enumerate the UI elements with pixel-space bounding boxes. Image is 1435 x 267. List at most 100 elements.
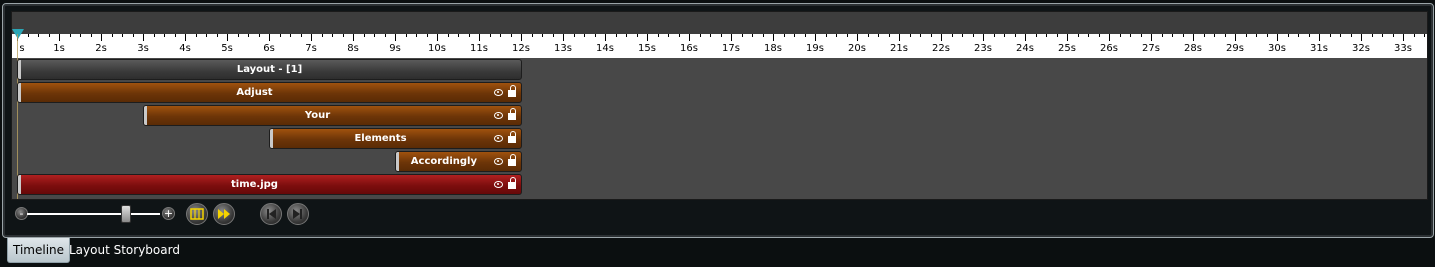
ruler-minor-tick [300, 34, 302, 37]
ruler-minor-tick [80, 34, 81, 37]
ruler-label: 13s [554, 43, 572, 54]
ruler-minor-tick [836, 34, 837, 37]
ruler-minor-tick [1308, 34, 1310, 37]
visibility-eye-icon[interactable] [494, 157, 503, 165]
timeline-window: s 1s 2s 3s 4s 5s 6s 7s 8s 9s 10s 11s 12s 13s 14s 15s 16s… [2, 3, 1434, 238]
time-ruler[interactable]: s 1s 2s 3s 4s 5s 6s 7s 8s 9s 10s 11s 12s 13s 14s 15s 16s… [12, 34, 1427, 58]
timeline-controls: - + [11, 201, 411, 227]
skip-start-icon [267, 209, 276, 219]
lock-icon[interactable] [508, 154, 516, 166]
ruler-label: 32s [1352, 43, 1370, 54]
ruler-tick [899, 34, 900, 41]
ruler-minor-tick [531, 34, 533, 37]
ruler-tick [185, 34, 186, 41]
timeline-track[interactable]: Layout - [1] [17, 59, 522, 80]
timeline-track[interactable]: time.jpg [17, 174, 522, 195]
ruler-tick [647, 34, 648, 41]
lock-icon[interactable] [508, 85, 516, 97]
ruler-minor-tick [741, 34, 743, 37]
visibility-eye-icon[interactable] [494, 134, 503, 142]
tab-layout-storyboard[interactable]: Layout Storyboard [69, 238, 180, 262]
ruler-minor-tick [216, 34, 218, 37]
ruler-minor-tick [342, 34, 344, 37]
ruler-label: 5s [221, 43, 233, 54]
fast-forward-button[interactable] [213, 203, 235, 225]
ruler-minor-tick [867, 34, 869, 37]
ruler-minor-tick [1266, 34, 1268, 37]
ruler-label: s [19, 43, 25, 54]
timeline-track[interactable]: Accordingly [395, 151, 522, 172]
ruler-minor-tick [878, 34, 879, 37]
visibility-eye-icon[interactable] [494, 180, 503, 188]
ruler-label: 28s [1184, 43, 1202, 54]
ruler-minor-tick [552, 34, 554, 37]
ruler-minor-tick [1046, 34, 1047, 37]
ruler-minor-tick [248, 34, 249, 37]
ruler-minor-tick [1088, 34, 1089, 37]
track-icons [494, 85, 516, 97]
ruler-minor-tick [909, 34, 911, 37]
visibility-eye-icon[interactable] [494, 111, 503, 119]
ruler-minor-tick [374, 34, 375, 37]
ruler-tick [101, 34, 102, 41]
ruler-label: 31s [1310, 43, 1328, 54]
timeline-track[interactable]: Your [143, 105, 522, 126]
ruler-label: 12s [512, 43, 530, 54]
ruler-minor-tick [993, 34, 995, 37]
ruler-label: 10s [428, 43, 446, 54]
ruler-minor-tick [1245, 34, 1247, 37]
track-icons [494, 131, 516, 143]
ruler-minor-tick [1392, 34, 1394, 37]
track-icons [494, 108, 516, 120]
tab-timeline[interactable]: Timeline [7, 238, 71, 263]
lock-icon[interactable] [508, 177, 516, 189]
visibility-eye-icon[interactable] [494, 88, 503, 96]
ruler-minor-tick [1172, 34, 1173, 37]
ruler-tick [815, 34, 816, 41]
ruler-minor-tick [752, 34, 753, 37]
ruler-label: 20s [848, 43, 866, 54]
ruler-minor-tick [636, 34, 638, 37]
ruler-minor-tick [699, 34, 701, 37]
ruler-minor-tick [90, 34, 92, 37]
track-label: Your [304, 110, 331, 121]
ruler-minor-tick [542, 34, 543, 37]
lock-icon[interactable] [508, 131, 516, 143]
ruler-tick [1235, 34, 1236, 41]
zoom-in-button[interactable]: + [162, 207, 175, 220]
zoom-slider[interactable] [27, 213, 160, 215]
ruler-minor-tick [132, 34, 134, 37]
ruler-minor-tick [584, 34, 585, 37]
ruler-label: 7s [305, 43, 317, 54]
ruler-minor-tick [657, 34, 659, 37]
bottom-tab-bar: Timeline Layout Storyboard [0, 238, 1435, 267]
ruler-label: 6s [263, 43, 275, 54]
skip-end-button[interactable] [287, 203, 309, 225]
ruler-tick [857, 34, 858, 41]
ruler-tick [269, 34, 270, 41]
ruler-minor-tick [846, 34, 848, 37]
lock-icon[interactable] [508, 108, 516, 120]
skip-start-button[interactable] [260, 203, 282, 225]
ruler-minor-tick [1161, 34, 1163, 37]
ruler-minor-tick [1098, 34, 1100, 37]
ruler-minor-tick [794, 34, 795, 37]
zoom-slider-thumb[interactable] [121, 205, 131, 223]
playhead-marker-icon[interactable] [12, 29, 24, 39]
ruler-minor-tick [1056, 34, 1058, 37]
ruler-minor-tick [69, 34, 71, 37]
ruler-minor-tick [1413, 34, 1415, 37]
ruler-minor-tick [626, 34, 627, 37]
ruler-tick [59, 34, 60, 41]
ruler-minor-tick [174, 34, 176, 37]
filmstrip-button[interactable] [186, 203, 208, 225]
ruler-minor-tick [1014, 34, 1016, 37]
timeline-track[interactable]: Adjust [17, 82, 522, 103]
ruler-minor-tick [1130, 34, 1131, 37]
ruler-tick [1151, 34, 1152, 41]
ruler-minor-tick [258, 34, 260, 37]
ruler-minor-tick [1371, 34, 1373, 37]
timeline-track[interactable]: Elements [269, 128, 522, 149]
ruler-minor-tick [206, 34, 207, 37]
skip-end-icon [293, 209, 302, 219]
